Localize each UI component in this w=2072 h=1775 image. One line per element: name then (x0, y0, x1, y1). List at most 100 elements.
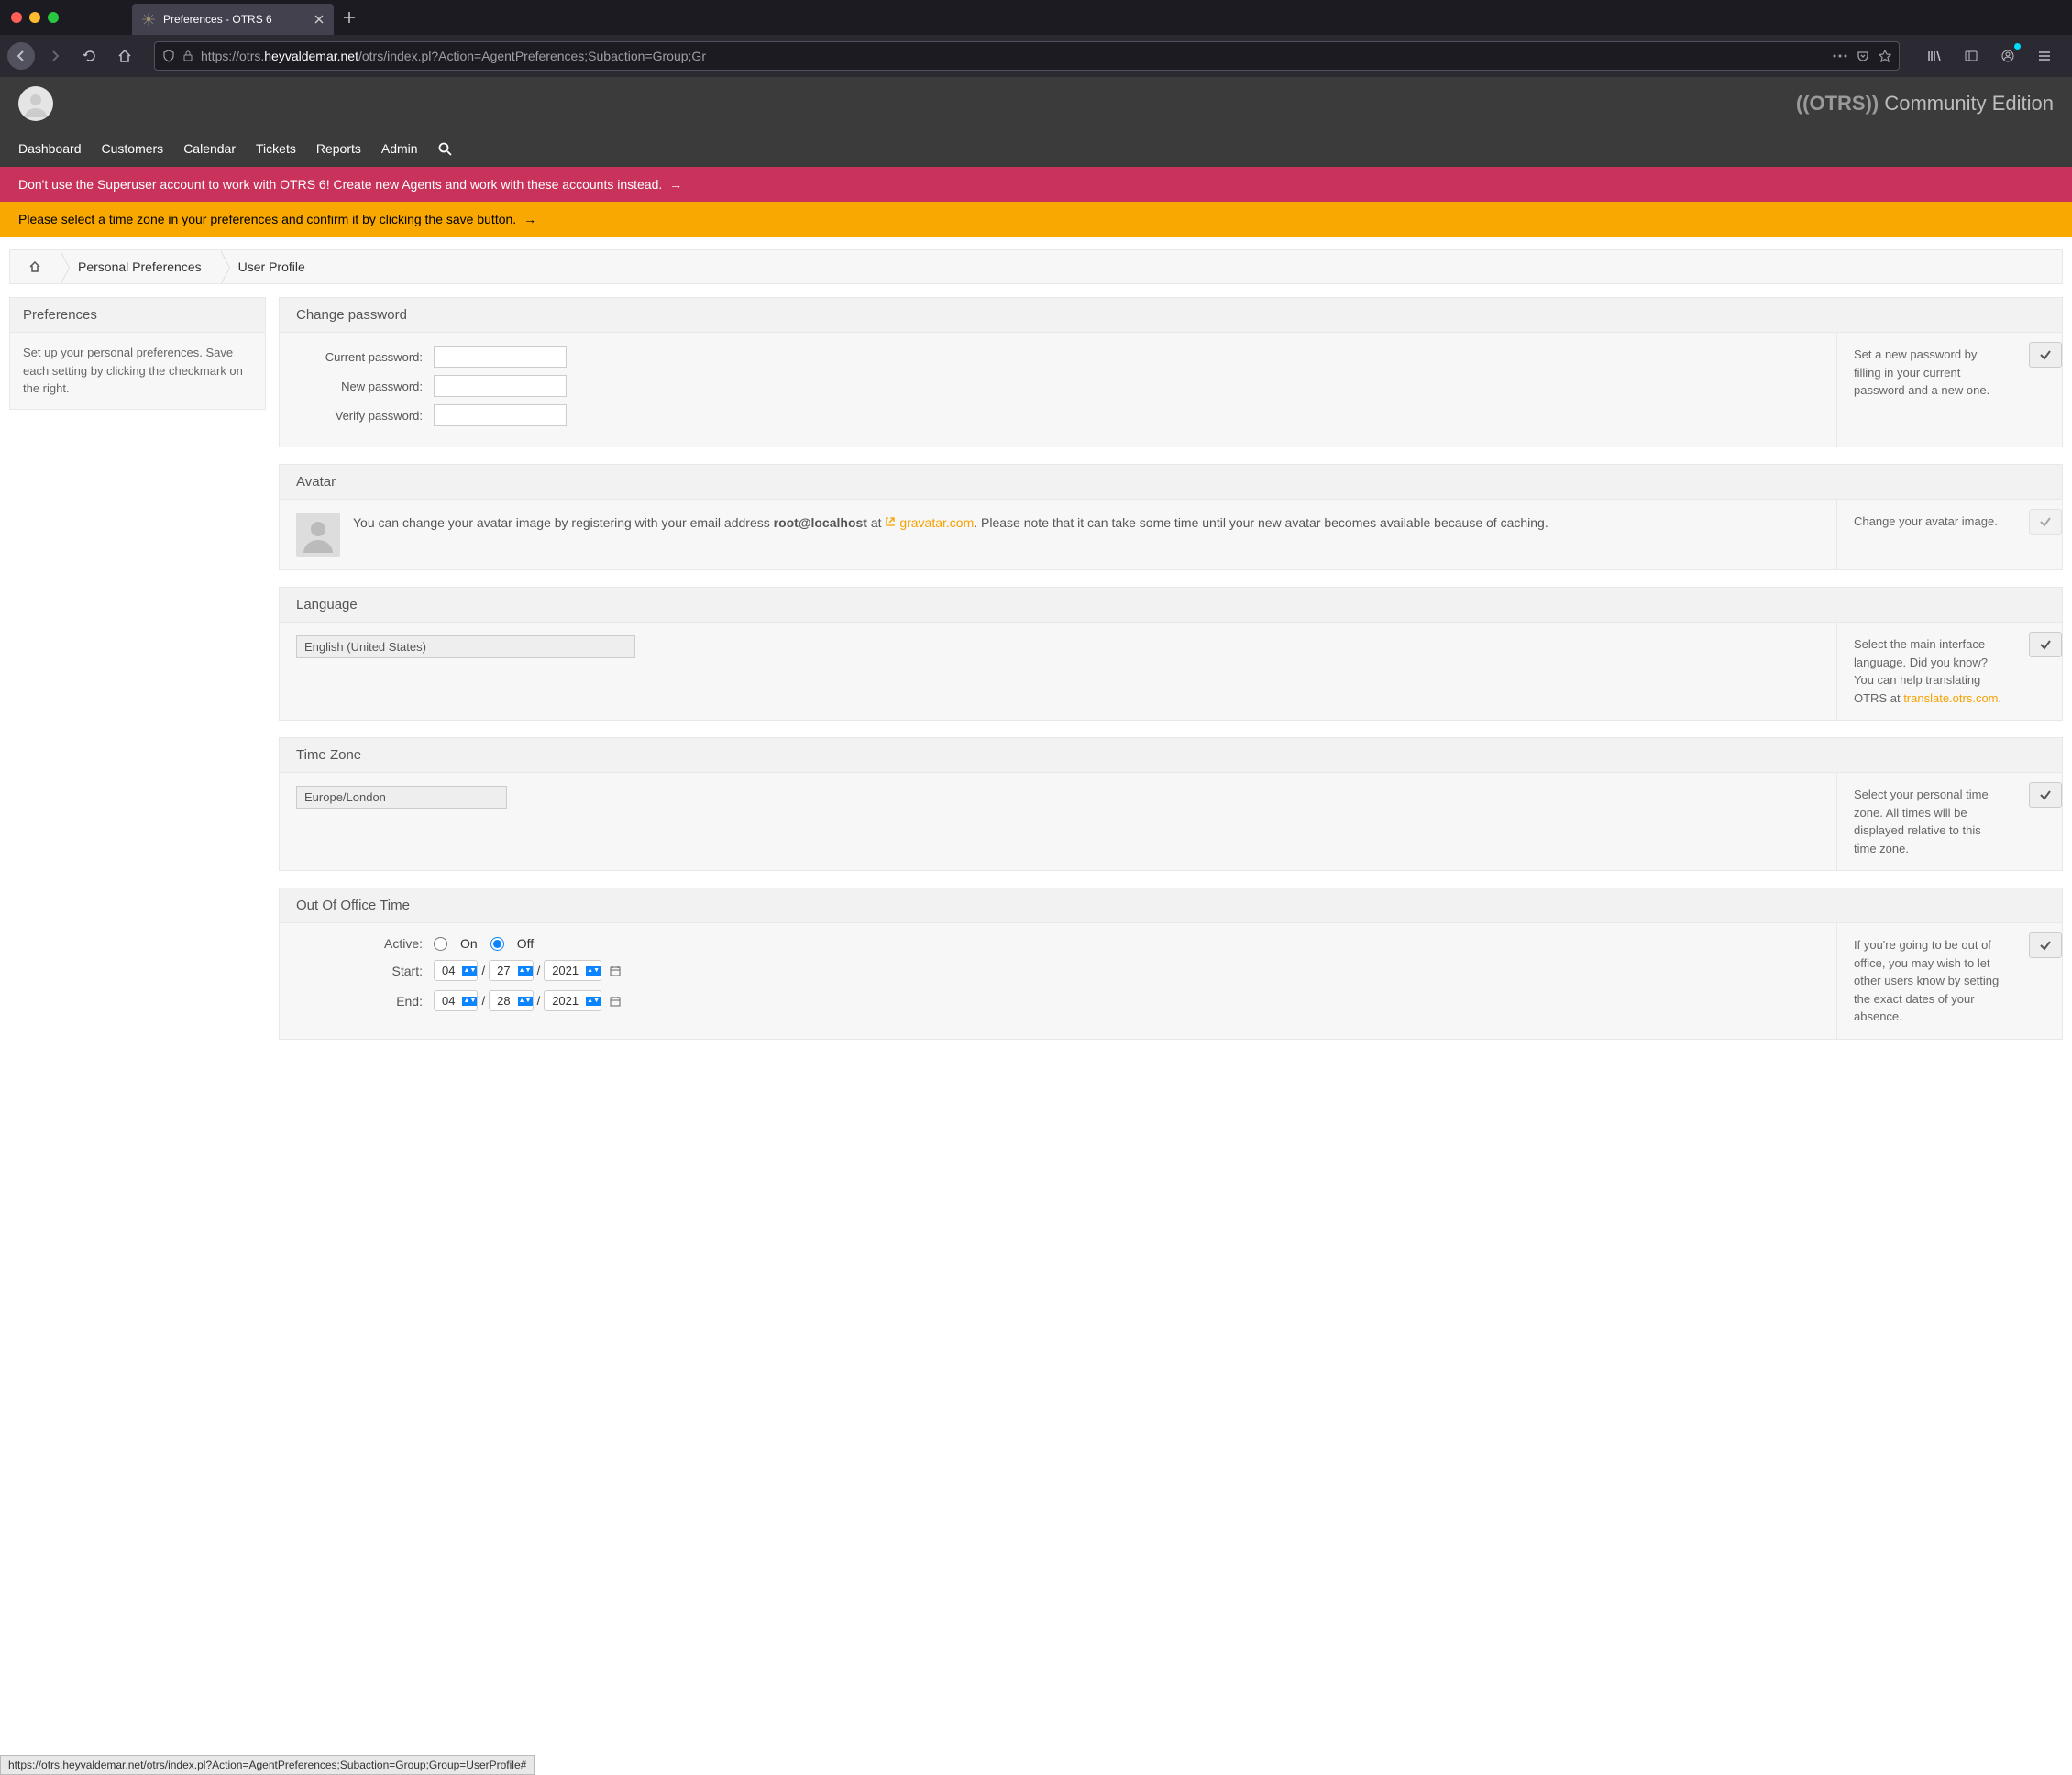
calendar-icon[interactable] (609, 995, 622, 1008)
nav-reports[interactable]: Reports (316, 141, 361, 156)
new-password-input[interactable] (434, 375, 567, 397)
url-domain: heyvaldemar.net (264, 49, 358, 63)
bookmark-icon[interactable] (1879, 50, 1891, 62)
label-verify-password: Verify password: (296, 409, 434, 423)
start-year-select[interactable]: 2021▲▼ (544, 960, 601, 981)
reload-button[interactable] (75, 41, 105, 71)
verify-password-input[interactable] (434, 404, 567, 426)
lock-icon[interactable] (182, 50, 193, 61)
spinner-icon: ▲▼ (518, 966, 533, 976)
back-button[interactable] (7, 42, 35, 70)
breadcrumb-preferences[interactable]: Personal Preferences (60, 250, 220, 283)
panel-title: Change password (280, 298, 2062, 333)
account-icon[interactable] (1993, 41, 2022, 71)
date-sep: / (537, 964, 541, 977)
home-button[interactable] (110, 41, 139, 71)
nav-search-icon[interactable] (438, 142, 452, 156)
app-header: ((OTRS)) Community Edition (0, 77, 2072, 130)
pocket-icon[interactable] (1857, 50, 1869, 62)
nav-tickets[interactable]: Tickets (256, 141, 296, 156)
avatar-text: You can change your avatar image by regi… (353, 513, 1548, 533)
panel-avatar: Avatar You can change your avatar image … (279, 464, 2063, 570)
external-link-icon (885, 515, 896, 530)
spinner-icon: ▲▼ (462, 966, 477, 976)
current-password-input[interactable] (434, 346, 567, 368)
translate-link[interactable]: translate.otrs.com (1903, 691, 1998, 705)
new-tab-button[interactable] (343, 11, 356, 24)
label-start: Start: (296, 964, 434, 978)
breadcrumb-home[interactable] (10, 250, 60, 283)
avatar-email: root@localhost (774, 515, 867, 530)
maximize-window-icon[interactable] (48, 12, 59, 23)
avatar-image (296, 513, 340, 557)
nav-customers[interactable]: Customers (102, 141, 164, 156)
main-column: Change password Current password: New pa… (279, 297, 2063, 1040)
tab-bar: Preferences - OTRS 6 (0, 0, 2072, 35)
banner-danger[interactable]: Don't use the Superuser account to work … (0, 167, 2072, 202)
spinner-icon: ▲▼ (518, 997, 533, 1006)
save-ooo-button[interactable] (2029, 932, 2062, 958)
end-day-select[interactable]: 28▲▼ (489, 990, 533, 1011)
save-password-button[interactable] (2029, 342, 2062, 368)
date-sep: / (481, 994, 485, 1008)
help-language-after: . (1999, 691, 2002, 705)
nav-admin[interactable]: Admin (381, 141, 418, 156)
tab-close-icon[interactable] (314, 14, 325, 25)
end-year-select[interactable]: 2021▲▼ (544, 990, 601, 1011)
arrow-right-icon: → (669, 177, 682, 192)
spinner-icon: ▲▼ (586, 997, 601, 1006)
sidebar-preferences-box: Preferences Set up your personal prefere… (9, 297, 266, 410)
help-timezone: Select your personal time zone. All time… (1836, 773, 2020, 870)
panel-timezone: Time Zone Europe/London Select your pers… (279, 737, 2063, 871)
browser-tab[interactable]: Preferences - OTRS 6 (132, 4, 334, 35)
window-controls (11, 12, 59, 23)
help-avatar: Change your avatar image. (1836, 500, 2020, 569)
gravatar-link[interactable]: gravatar.com (899, 515, 974, 530)
avatar-text-before: You can change your avatar image by regi… (353, 515, 774, 530)
user-avatar[interactable] (18, 86, 53, 121)
edition-name: Community Edition (1884, 92, 2054, 115)
sidebar-toggle-icon[interactable] (1956, 41, 1986, 71)
banner-warning[interactable]: Please select a time zone in your prefer… (0, 202, 2072, 237)
end-year-value: 2021 (545, 991, 586, 1010)
date-sep: / (481, 964, 485, 977)
nav-dashboard[interactable]: Dashboard (18, 141, 82, 156)
browser-right-icons (1914, 41, 2065, 71)
url-bar[interactable]: https://otrs.heyvaldemar.net/otrs/index.… (154, 41, 1900, 71)
calendar-icon[interactable] (609, 965, 622, 977)
avatar-text-after: . Please note that it can take some time… (974, 515, 1548, 530)
nav-calendar[interactable]: Calendar (183, 141, 236, 156)
library-icon[interactable] (1920, 41, 1949, 71)
panel-title: Time Zone (280, 738, 2062, 773)
ooo-on-radio[interactable] (434, 937, 447, 951)
ooo-off-radio[interactable] (490, 937, 504, 951)
save-timezone-button[interactable] (2029, 782, 2062, 808)
banner-danger-text: Don't use the Superuser account to work … (18, 177, 662, 192)
breadcrumb-user-profile[interactable]: User Profile (220, 250, 324, 283)
shield-icon[interactable] (162, 50, 175, 62)
timezone-select[interactable]: Europe/London (296, 786, 507, 809)
avatar-text-at: at (867, 515, 885, 530)
browser-chrome: Preferences - OTRS 6 (0, 0, 2072, 77)
panel-title: Avatar (280, 465, 2062, 500)
forward-button[interactable] (40, 41, 70, 71)
close-window-icon[interactable] (11, 12, 22, 23)
ooo-off-label: Off (517, 936, 534, 951)
status-bar: https://otrs.heyvaldemar.net/otrs/index.… (0, 1755, 535, 1775)
minimize-window-icon[interactable] (29, 12, 40, 23)
help-ooo: If you're going to be out of office, you… (1836, 923, 2020, 1039)
end-month-select[interactable]: 04▲▼ (434, 990, 478, 1011)
save-language-button[interactable] (2029, 632, 2062, 657)
start-day-select[interactable]: 27▲▼ (489, 960, 533, 981)
label-end: End: (296, 994, 434, 1009)
main-layout: Preferences Set up your personal prefere… (0, 284, 2072, 1053)
sidebar-title: Preferences (10, 298, 265, 333)
spinner-icon: ▲▼ (462, 997, 477, 1006)
end-day-value: 28 (490, 991, 517, 1010)
panel-title: Language (280, 588, 2062, 623)
menu-icon[interactable] (2030, 41, 2059, 71)
start-month-select[interactable]: 04▲▼ (434, 960, 478, 981)
more-icon[interactable] (1833, 54, 1847, 58)
panel-change-password: Change password Current password: New pa… (279, 297, 2063, 447)
language-select[interactable]: English (United States) (296, 635, 635, 658)
